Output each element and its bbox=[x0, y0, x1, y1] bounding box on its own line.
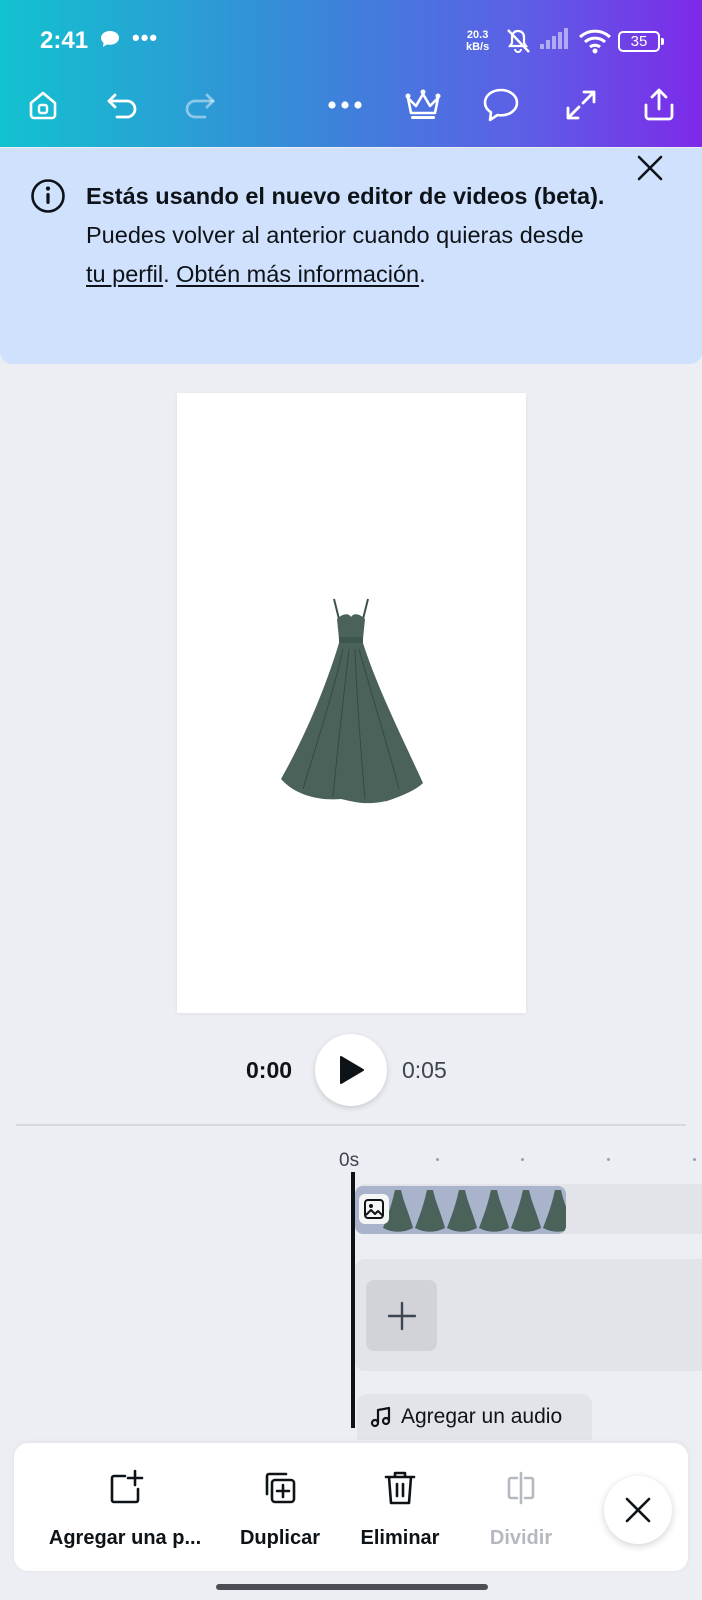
ruler-tick bbox=[607, 1158, 610, 1161]
add-page-button[interactable]: Agregar una p... bbox=[42, 1467, 208, 1550]
duplicate-label: Duplicar bbox=[239, 1527, 321, 1549]
banner-text-2: . bbox=[163, 261, 177, 287]
clip-thumbnail bbox=[511, 1190, 541, 1232]
expand-icon bbox=[566, 90, 596, 120]
profile-link[interactable]: tu perfil bbox=[86, 261, 163, 287]
banner-bold-text: Estás usando el nuevo editor de videos (… bbox=[86, 183, 605, 209]
top-bar: 2:41 ••• 20.3 kB/s 35 bbox=[0, 0, 702, 147]
banner-text-1: Puedes volver al anterior cuando quieras… bbox=[86, 222, 584, 248]
image-clip-icon bbox=[359, 1194, 389, 1224]
clip-thumbnail bbox=[415, 1190, 445, 1232]
status-bar: 2:41 ••• 20.3 kB/s 35 bbox=[0, 0, 702, 82]
wifi-icon bbox=[578, 29, 612, 54]
total-duration: 0:05 bbox=[402, 1057, 447, 1083]
info-icon bbox=[31, 179, 65, 213]
battery-indicator: 35 bbox=[618, 31, 664, 52]
video-clip[interactable] bbox=[355, 1186, 566, 1234]
premium-button[interactable] bbox=[400, 82, 446, 128]
dress-illustration[interactable] bbox=[279, 593, 425, 813]
duplicate-icon bbox=[265, 1472, 296, 1504]
comment-button[interactable] bbox=[478, 82, 524, 128]
status-time: 2:41 bbox=[40, 27, 89, 54]
home-indicator[interactable] bbox=[216, 1584, 488, 1590]
share-button[interactable] bbox=[636, 82, 682, 128]
learn-more-link[interactable]: Obtén más información bbox=[176, 261, 419, 287]
comment-icon bbox=[483, 88, 519, 122]
image-icon bbox=[364, 1199, 384, 1219]
clip-thumbnail bbox=[543, 1190, 566, 1232]
play-button[interactable] bbox=[315, 1034, 387, 1106]
bell-muted-icon bbox=[507, 29, 530, 53]
divider bbox=[16, 1124, 686, 1126]
home-button[interactable] bbox=[20, 82, 66, 128]
current-time: 0:00 bbox=[246, 1057, 293, 1083]
ruler-tick bbox=[436, 1158, 439, 1161]
more-options-button[interactable] bbox=[322, 82, 368, 128]
add-audio-label: Agregar un audio bbox=[401, 1405, 563, 1428]
more-icon bbox=[328, 101, 362, 109]
redo-button[interactable] bbox=[176, 82, 222, 128]
crown-icon bbox=[405, 89, 441, 119]
home-icon bbox=[29, 91, 57, 120]
share-icon bbox=[644, 88, 674, 121]
undo-icon bbox=[107, 93, 137, 119]
undo-button[interactable] bbox=[100, 82, 146, 128]
video-page-canvas[interactable] bbox=[177, 393, 526, 1013]
duplicate-button[interactable]: Duplicar bbox=[230, 1467, 330, 1550]
split-icon bbox=[507, 1471, 535, 1505]
clip-thumbnail bbox=[447, 1190, 477, 1232]
banner-text-3: . bbox=[419, 261, 426, 287]
split-label: Dividir bbox=[489, 1527, 553, 1549]
signal-icon bbox=[540, 28, 568, 49]
ruler-tick bbox=[521, 1158, 524, 1161]
play-icon bbox=[340, 1056, 364, 1084]
close-icon[interactable] bbox=[630, 148, 670, 188]
status-more: ••• bbox=[132, 25, 159, 50]
add-audio-button[interactable]: Agregar un audio bbox=[357, 1394, 592, 1440]
timeline-playhead[interactable] bbox=[351, 1172, 355, 1428]
music-note-icon bbox=[370, 1406, 391, 1428]
network-speed: 20.3 kB/s bbox=[466, 29, 490, 53]
add-page-icon bbox=[110, 1469, 144, 1504]
delete-label: Eliminar bbox=[360, 1527, 440, 1549]
redo-icon bbox=[185, 93, 215, 119]
fullscreen-button[interactable] bbox=[558, 82, 604, 128]
close-selection-button[interactable] bbox=[604, 1476, 672, 1544]
trash-icon bbox=[384, 1471, 416, 1505]
split-button[interactable]: Dividir bbox=[478, 1467, 564, 1550]
banner-message: Estás usando el nuevo editor de videos (… bbox=[86, 177, 606, 294]
delete-button[interactable]: Eliminar bbox=[352, 1467, 448, 1550]
clip-thumbnail bbox=[479, 1190, 509, 1232]
ruler-tick bbox=[693, 1158, 696, 1161]
beta-editor-banner: Estás usando el nuevo editor de videos (… bbox=[0, 148, 702, 364]
bottom-action-bar: Agregar una p... Duplicar Eliminar Divid… bbox=[14, 1443, 688, 1571]
chat-bubble-icon bbox=[101, 31, 119, 47]
add-page-label: Agregar una p... bbox=[48, 1527, 202, 1549]
close-icon bbox=[625, 1497, 651, 1523]
plus-icon bbox=[387, 1301, 416, 1330]
timeline-ruler-label: 0s bbox=[339, 1150, 360, 1171]
add-clip-button[interactable] bbox=[366, 1280, 437, 1351]
